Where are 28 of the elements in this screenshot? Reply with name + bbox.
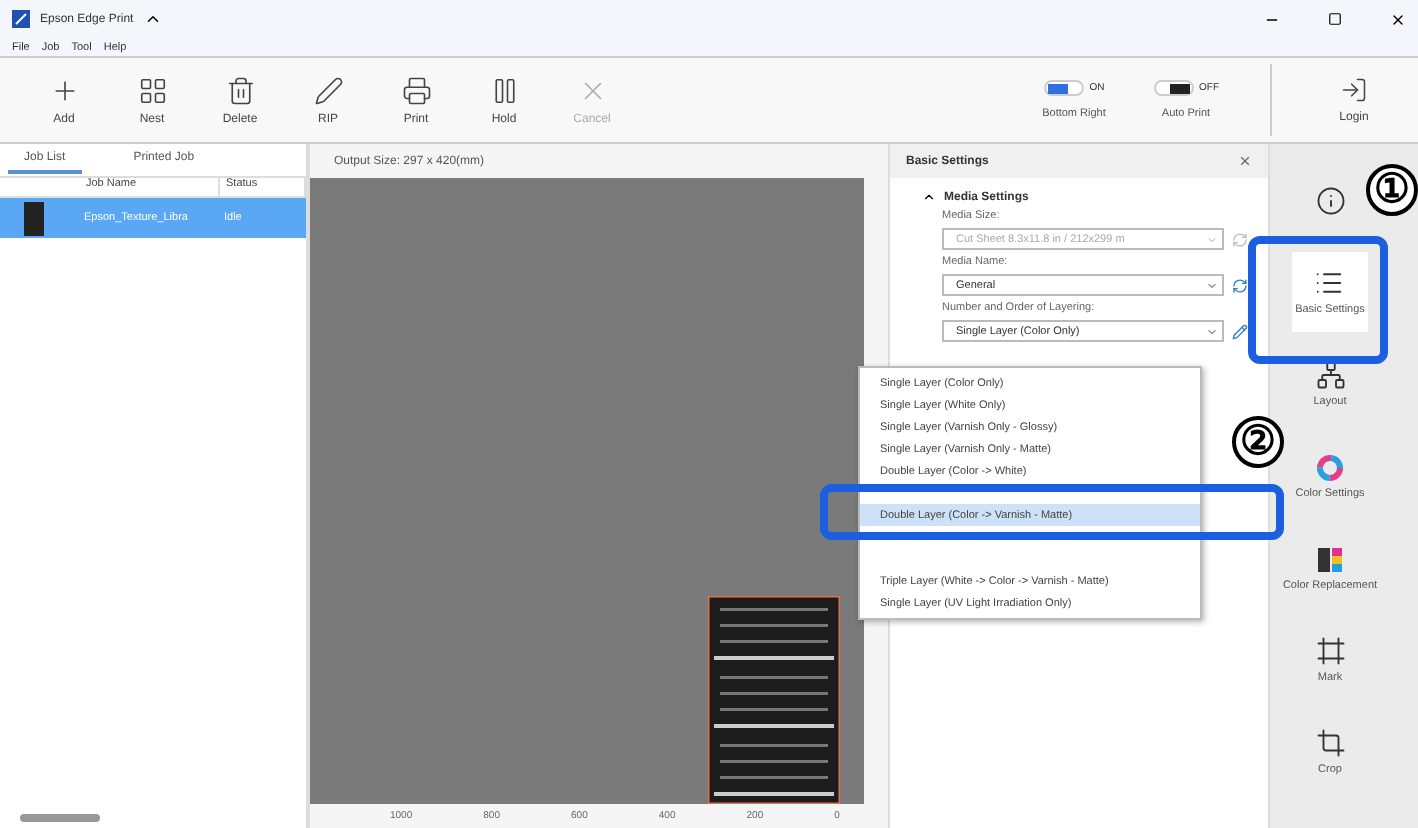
toggle-switch[interactable] xyxy=(1043,80,1084,96)
crop-icon xyxy=(1315,728,1345,758)
close-icon[interactable] xyxy=(1390,11,1406,27)
highlight-frame xyxy=(1248,236,1388,364)
toggle-switch[interactable] xyxy=(1153,80,1193,96)
maximize-icon[interactable] xyxy=(1328,12,1342,26)
app-icon xyxy=(12,10,30,28)
layout-icon xyxy=(1315,360,1345,390)
pause-icon xyxy=(489,75,519,105)
refresh-icon[interactable] xyxy=(1232,277,1248,293)
trash-icon xyxy=(225,75,255,105)
color-ring-icon xyxy=(1315,453,1344,481)
printer-icon xyxy=(401,75,431,105)
collapse-icon[interactable] xyxy=(922,190,936,204)
frame-icon xyxy=(1315,636,1345,666)
job-thumbnail xyxy=(24,201,44,235)
chevron-down-icon xyxy=(1206,325,1219,337)
edit-icon[interactable] xyxy=(1232,323,1248,339)
callout-number: ② xyxy=(1232,416,1284,468)
pen-icon xyxy=(313,75,343,105)
chevron-down-icon xyxy=(1206,279,1219,291)
grid-icon xyxy=(137,75,167,105)
chevron-down-icon xyxy=(1206,233,1219,245)
scrollbar-thumb[interactable] xyxy=(20,814,100,822)
info-icon xyxy=(1315,185,1345,215)
login-icon xyxy=(1340,76,1368,104)
swatch-icon xyxy=(1315,545,1344,573)
caret-icon[interactable] xyxy=(143,10,162,28)
